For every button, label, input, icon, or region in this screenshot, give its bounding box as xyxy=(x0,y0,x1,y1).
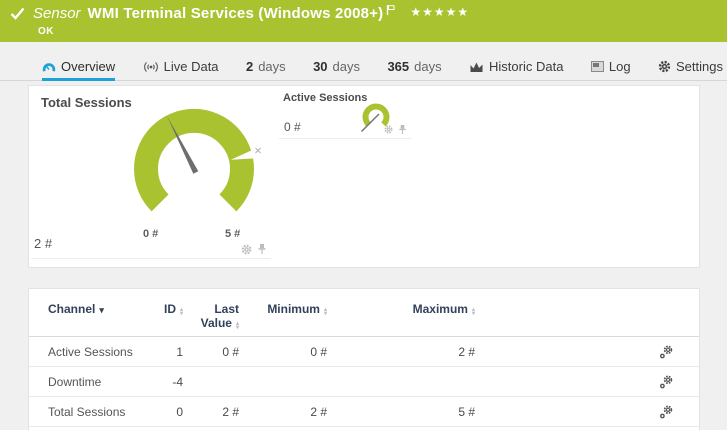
gauge-scale-min: 0 # xyxy=(143,228,159,240)
channel-maximum xyxy=(327,366,475,397)
sensor-status-header: Sensor WMI Terminal Services (Windows 20… xyxy=(0,0,727,42)
page-title: WMI Terminal Services (Windows 2008+) xyxy=(87,5,384,22)
tab-label: Live Data xyxy=(163,59,219,74)
chart-icon xyxy=(470,62,483,72)
widget-pin-icon[interactable] xyxy=(398,124,407,135)
channel-maximum: 5 # xyxy=(327,396,475,427)
sort-icon: ▴ ▾ xyxy=(179,307,183,317)
column-header-id[interactable]: ID ▴ ▾ xyxy=(157,289,183,337)
gauge-current-value: 2 # xyxy=(34,236,53,251)
object-kind-label: Sensor xyxy=(33,5,81,22)
channel-minimum xyxy=(239,366,327,397)
tab-label-unit: days xyxy=(258,59,286,74)
channel-name[interactable]: Active Sessions xyxy=(29,336,157,367)
sort-icon: ▴ ▾ xyxy=(235,321,239,331)
tab-label-number: 30 xyxy=(313,59,328,74)
gauge-widget-total-sessions: Total Sessions 0 # 5 # 2 # xyxy=(31,89,271,259)
column-header-minimum[interactable]: Minimum ▴ ▾ xyxy=(239,289,327,337)
column-label: Value xyxy=(200,316,232,330)
channel-last-value: 0 # xyxy=(183,336,239,367)
widget-pin-icon[interactable] xyxy=(257,243,267,255)
channel-table: Channel ▾ ID ▴ ▾ Last Value ▴ ▾ Minimum ▴ ▾ Max… xyxy=(29,289,699,427)
tab-2-days[interactable]: 2 days xyxy=(246,52,286,81)
tab-label: Historic Data xyxy=(489,59,564,74)
column-header-last-value[interactable]: Last Value ▴ ▾ xyxy=(183,289,239,337)
channel-settings-icon[interactable] xyxy=(659,375,673,389)
table-header-row: Channel ▾ ID ▴ ▾ Last Value ▴ ▾ Minimum ▴ ▾ Max… xyxy=(29,289,699,337)
tab-label-unit: days xyxy=(332,59,361,74)
tab-overview[interactable]: Overview xyxy=(42,52,115,81)
table-row: Active Sessions 1 0 # 0 # 2 # xyxy=(29,336,699,367)
channel-id: 0 xyxy=(157,396,183,427)
channel-minimum: 0 # xyxy=(239,336,327,367)
priority-flag-icon[interactable] xyxy=(386,4,396,16)
gauge-title: Active Sessions xyxy=(283,92,368,104)
channel-id: -4 xyxy=(157,366,183,397)
channel-last-value: 2 # xyxy=(183,396,239,427)
widget-gear-icon[interactable] xyxy=(384,125,393,134)
column-label: ID xyxy=(163,302,176,316)
tab-settings[interactable]: Settings xyxy=(658,52,723,81)
limit-marker-icon xyxy=(255,147,261,154)
column-label: Minimum xyxy=(267,302,320,316)
channel-id: 1 xyxy=(157,336,183,367)
tab-365-days[interactable]: 365 days xyxy=(387,52,441,81)
tab-label: Overview xyxy=(61,59,116,74)
total-sessions-gauge xyxy=(134,108,261,212)
channel-maximum: 2 # xyxy=(327,336,475,367)
priority-stars[interactable]: ★★★★★ xyxy=(410,5,469,19)
column-header-actions xyxy=(475,289,699,337)
sort-caret-icon: ▾ xyxy=(99,305,104,315)
gauge-title: Total Sessions xyxy=(41,95,132,110)
tab-label: Log xyxy=(608,59,631,74)
gauge-current-value: 0 # xyxy=(284,120,301,134)
tab-30-days[interactable]: 30 days xyxy=(313,52,360,81)
sort-icon: ▴ ▾ xyxy=(471,307,475,317)
status-badge: OK xyxy=(38,26,54,37)
channel-name[interactable]: Total Sessions xyxy=(29,396,157,427)
tab-label-unit: days xyxy=(414,59,442,74)
channel-settings-icon[interactable] xyxy=(659,345,673,359)
table-row: Downtime -4 xyxy=(29,366,699,397)
sort-icon: ▴ ▾ xyxy=(323,307,327,317)
gauge-scale-max: 5 # xyxy=(225,228,241,240)
table-row: Total Sessions 0 2 # 2 # 5 # xyxy=(29,396,699,427)
gear-icon xyxy=(658,60,671,73)
widget-gear-icon[interactable] xyxy=(241,244,252,255)
gauge-icon xyxy=(42,62,56,72)
sensor-overview-page: Sensor WMI Terminal Services (Windows 20… xyxy=(0,0,727,430)
gauge-widget-active-sessions: Active Sessions 0 # xyxy=(279,89,411,139)
tab-label: Settings xyxy=(676,59,723,74)
gauges-panel: Total Sessions 0 # 5 # 2 # Active Sessio… xyxy=(28,85,700,268)
ok-check-icon xyxy=(10,7,25,20)
channel-settings-icon[interactable] xyxy=(659,405,673,419)
channels-panel: Channel ▾ ID ▴ ▾ Last Value ▴ ▾ Minimum ▴ ▾ Max… xyxy=(28,288,700,430)
column-header-maximum[interactable]: Maximum ▴ ▾ xyxy=(327,289,475,337)
tab-bar: Overview Live Data 2 days 30 days 365 da… xyxy=(0,52,727,81)
column-label: Last xyxy=(214,302,239,316)
tab-live-data[interactable]: Live Data xyxy=(143,52,219,81)
channel-minimum: 2 # xyxy=(239,396,327,427)
channel-last-value xyxy=(183,366,239,397)
channel-name[interactable]: Downtime xyxy=(29,366,157,397)
tab-label-number: 365 xyxy=(387,59,410,74)
tab-label-number: 2 xyxy=(245,59,254,74)
column-label: Maximum xyxy=(412,302,468,316)
column-label: Channel xyxy=(48,302,96,316)
broadcast-icon xyxy=(143,61,158,72)
tab-historic-data[interactable]: Historic Data xyxy=(469,52,563,81)
tab-log[interactable]: Log xyxy=(590,52,631,81)
log-icon xyxy=(590,61,604,72)
column-header-channel[interactable]: Channel ▾ xyxy=(29,289,157,337)
